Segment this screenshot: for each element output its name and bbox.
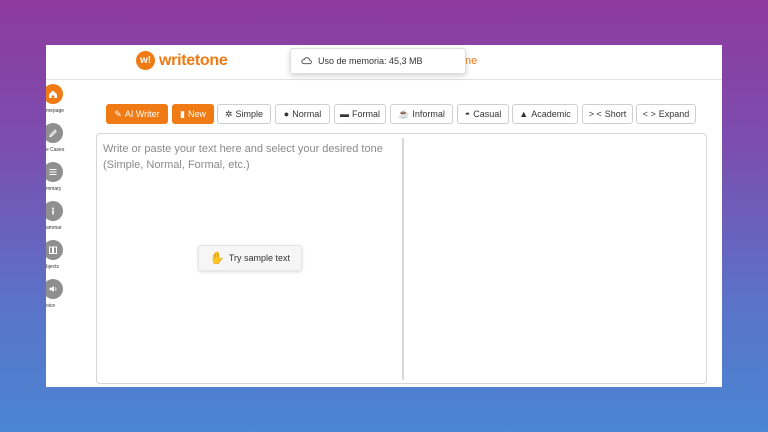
sidebar-item-label: mepage <box>46 108 65 114</box>
pencil-icon <box>46 123 63 143</box>
logo-mark-icon: w! <box>136 51 155 70</box>
top-header: w! writetone ne Uso de memoria: 45,3 MB <box>46 45 722 80</box>
graduation-cap-icon: ▲ <box>519 108 529 119</box>
tone-informal-button[interactable]: ☕ Informal <box>390 104 453 124</box>
pane-divider[interactable] <box>402 138 404 380</box>
file-icon: ▮ <box>180 108 185 119</box>
formal-label: Formal <box>351 109 380 119</box>
sidebar-item-summary[interactable]: mmary <box>46 162 78 200</box>
home-icon <box>46 84 63 104</box>
puzzle-icon: ✲ <box>224 108 233 119</box>
memory-usage-popup: Uso de memoria: 45,3 MB <box>290 48 466 74</box>
logo[interactable]: w! writetone <box>136 51 228 70</box>
sidebar-item-label: oice <box>46 303 56 309</box>
sidebar-item-homepage[interactable]: mepage <box>46 84 78 122</box>
coffee-icon: ☕ <box>398 108 410 119</box>
tone-casual-button[interactable]: ◓ Casual <box>457 104 509 124</box>
new-button[interactable]: ▮ New <box>172 104 214 124</box>
sidebar: mepage e Cases mmary ammar bjects oice <box>46 80 78 387</box>
waving-hand-icon: ✋ <box>209 251 225 265</box>
try-sample-text-button[interactable]: ✋ Try sample text <box>198 245 302 271</box>
app-window: w! writetone ne Uso de memoria: 45,3 MB … <box>46 45 722 387</box>
shorten-button[interactable]: > < Short <box>582 104 633 124</box>
sidebar-item-label: mmary <box>46 186 62 192</box>
expand-button[interactable]: < > Expand <box>636 104 696 124</box>
compress-icon: > < <box>588 108 602 119</box>
hat-icon: ◓ <box>464 108 471 119</box>
cloud-icon <box>301 55 312 68</box>
ai-writer-button[interactable]: ✎ AI Writer <box>106 104 168 124</box>
tone-formal-button[interactable]: ▬ Formal <box>334 104 386 124</box>
input-text-area[interactable]: Write or paste your text here and select… <box>97 134 402 383</box>
simple-label: Simple <box>235 109 264 119</box>
sidebar-item-label: bjects <box>46 264 60 270</box>
expand-icon: < > <box>642 108 656 119</box>
magic-wand-icon: ✎ <box>114 108 122 119</box>
memory-usage-text: Uso de memoria: 45,3 MB <box>318 56 423 66</box>
casual-label: Casual <box>473 109 502 119</box>
input-placeholder: Write or paste your text here and select… <box>103 143 383 171</box>
sidebar-item-grammar[interactable]: ammar <box>46 201 78 239</box>
output-text-area[interactable] <box>405 134 706 383</box>
info-icon <box>46 201 63 221</box>
short-label: Short <box>604 109 627 119</box>
new-label: New <box>187 109 206 119</box>
tone-normal-button[interactable]: ● Normal <box>275 104 330 124</box>
chat-bubble-icon: ● <box>283 108 290 119</box>
sidebar-item-subjects[interactable]: bjects <box>46 240 78 278</box>
book-icon <box>46 240 63 260</box>
sidebar-item-voice[interactable]: oice <box>46 279 78 317</box>
informal-label: Informal <box>412 109 445 119</box>
ai-writer-label: AI Writer <box>124 109 160 119</box>
tone-academic-button[interactable]: ▲ Academic <box>512 104 578 124</box>
try-sample-text-label: Try sample text <box>228 253 291 263</box>
tone-simple-button[interactable]: ✲ Simple <box>217 104 271 124</box>
speaker-icon <box>46 279 63 299</box>
normal-label: Normal <box>292 109 322 119</box>
briefcase-icon: ▬ <box>339 108 349 119</box>
expand-label: Expand <box>658 109 690 119</box>
editor-panel: Write or paste your text here and select… <box>96 133 707 384</box>
sidebar-item-use-cases[interactable]: e Cases <box>46 123 78 161</box>
academic-label: Academic <box>531 109 571 119</box>
logo-text: writetone <box>159 51 228 69</box>
sidebar-item-label: ammar <box>46 225 62 231</box>
header-nav-fragment[interactable]: ne <box>465 55 477 67</box>
list-icon <box>46 162 63 182</box>
sidebar-item-label: e Cases <box>46 147 65 153</box>
